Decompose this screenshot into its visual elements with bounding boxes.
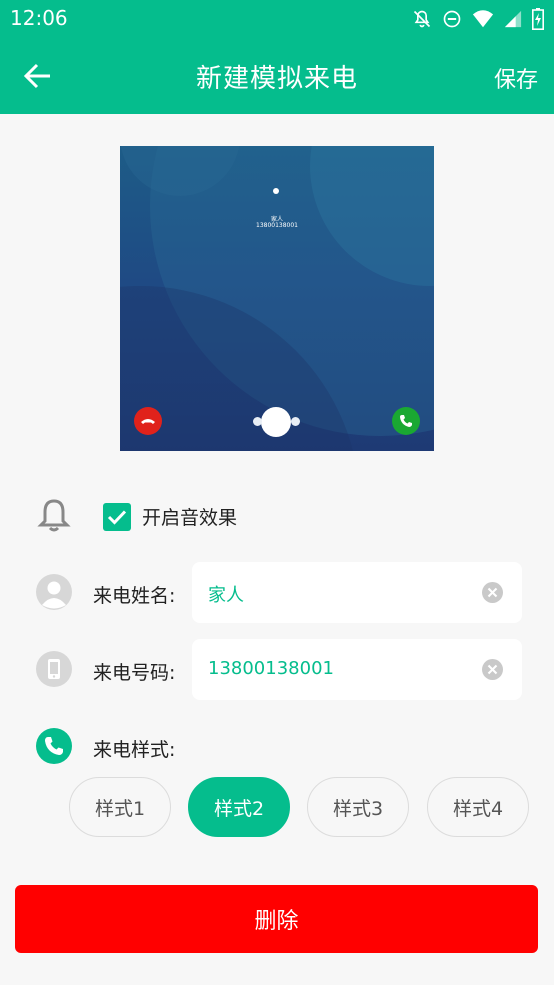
phone-icon (36, 728, 72, 764)
page-title: 新建模拟来电 (195, 64, 358, 94)
phone-hangup-icon (134, 407, 162, 435)
caller-name-label: 来电姓名: (93, 585, 176, 607)
status-time: 12:06 (10, 6, 68, 30)
battery-charging-icon (532, 8, 544, 30)
caller-name-value[interactable]: 家人 (208, 581, 244, 607)
phone-icon (392, 407, 420, 435)
close-icon (482, 659, 503, 680)
style-option-3[interactable]: 样式3 (307, 777, 409, 837)
delete-button[interactable]: 删除 (15, 885, 538, 953)
sound-effect-label: 开启音效果 (142, 507, 238, 529)
caller-number-value[interactable]: 13800138001 (208, 658, 334, 679)
style-option-2[interactable]: 样式2 (188, 777, 290, 837)
bell-icon (36, 497, 72, 533)
check-icon (107, 510, 127, 525)
caller-number-label: 来电号码: (93, 662, 176, 684)
status-icons (412, 7, 544, 31)
preview-caller-number: 13800138001 (256, 222, 298, 229)
preview-slider-handle (261, 407, 291, 437)
notifications-off-icon (412, 9, 432, 29)
sound-effect-checkbox[interactable] (103, 503, 131, 531)
caller-number-field[interactable]: 13800138001 (192, 639, 522, 700)
call-style-preview: 家人 13800138001 (120, 146, 434, 451)
caller-name-field[interactable]: 家人 (192, 562, 522, 623)
style-option-1[interactable]: 样式1 (69, 777, 171, 837)
status-bar: 12:06 (0, 0, 554, 38)
call-style-label: 来电样式: (93, 739, 176, 761)
save-button[interactable]: 保存 (494, 62, 538, 94)
mobile-phone-icon (36, 651, 72, 687)
avatar-icon (36, 574, 72, 610)
app-bar: 新建模拟来电 保存 (0, 38, 554, 114)
preview-slider-dot-left (253, 417, 262, 426)
signal-icon (504, 9, 522, 29)
clear-number-button[interactable] (482, 659, 503, 680)
do-not-disturb-icon (442, 9, 462, 29)
preview-avatar-dot (273, 188, 279, 194)
style-option-4[interactable]: 样式4 (427, 777, 529, 837)
close-icon (482, 582, 503, 603)
wifi-icon (472, 9, 494, 29)
clear-name-button[interactable] (482, 582, 503, 603)
preview-slider-dot-right (291, 417, 300, 426)
